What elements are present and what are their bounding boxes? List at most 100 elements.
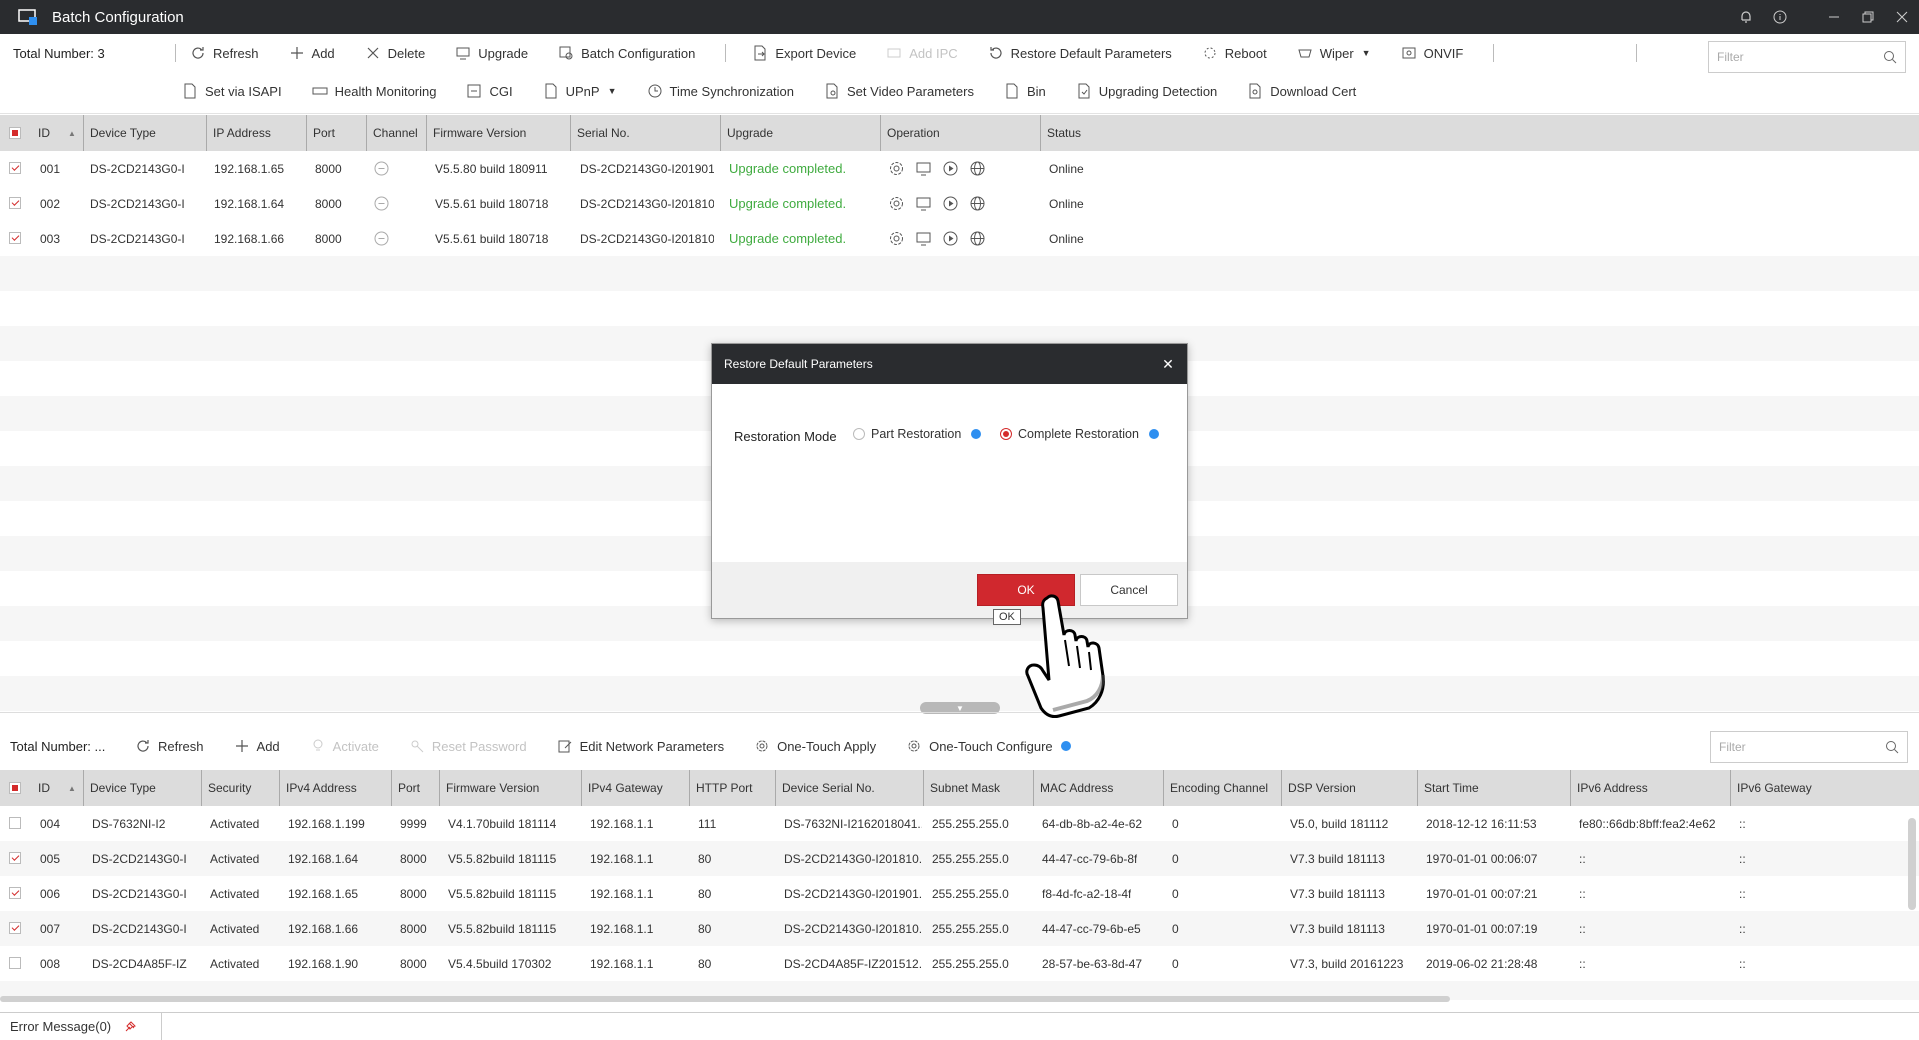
close-icon[interactable]	[1885, 0, 1919, 34]
health-monitoring-button[interactable]: Health Monitoring	[312, 83, 436, 99]
row-checkbox[interactable]	[9, 232, 21, 244]
col-channel[interactable]: Channel	[367, 115, 427, 151]
gear-icon[interactable]	[888, 195, 905, 212]
table-row[interactable]: 003 DS-2CD2143G0-I 192.168.1.66 8000 V5.5.61…	[0, 221, 1919, 256]
cgi-button[interactable]: CGI	[466, 83, 513, 99]
onvif-button[interactable]: ONVIF	[1401, 45, 1463, 61]
col-ipv4-gateway[interactable]: IPv4 Gateway	[582, 770, 690, 806]
select-all-checkbox[interactable]	[9, 127, 21, 139]
col-id[interactable]: ID ▲	[32, 115, 84, 151]
one-touch-configure-button[interactable]: One-Touch Configure	[906, 738, 1053, 754]
error-message-tab[interactable]: Error Message(0)	[0, 1013, 162, 1040]
col-security[interactable]: Security	[202, 770, 280, 806]
table-row[interactable]: 008 DS-2CD4A85F-IZ Activated 192.168.1.90 80…	[0, 946, 1919, 981]
col-port[interactable]: Port	[392, 770, 440, 806]
gear-icon[interactable]	[888, 160, 905, 177]
col-firmware-version[interactable]: Firmware Version	[427, 115, 571, 151]
search-icon[interactable]	[1885, 740, 1899, 754]
table-row[interactable]: 005 DS-2CD2143G0-I Activated 192.168.1.64 80…	[0, 841, 1919, 876]
delete-button[interactable]: Delete	[365, 45, 425, 61]
reboot-button[interactable]: Reboot	[1202, 45, 1267, 61]
table-row[interactable]: 004 DS-7632NI-I2 Activated 192.168.1.199 999…	[0, 806, 1919, 841]
col-ipv6-gateway[interactable]: IPv6 Gateway	[1731, 770, 1911, 806]
row-checkbox[interactable]	[9, 957, 21, 969]
wiper-button[interactable]: Wiper ▼	[1297, 45, 1371, 61]
col-http-port[interactable]: HTTP Port	[690, 770, 776, 806]
row-checkbox[interactable]	[9, 887, 21, 899]
row-checkbox[interactable]	[9, 817, 21, 829]
row-checkbox[interactable]	[9, 852, 21, 864]
vertical-scrollbar[interactable]	[1908, 818, 1916, 910]
horizontal-scrollbar[interactable]	[0, 996, 1450, 1002]
filter-input[interactable]: Filter	[1708, 41, 1906, 73]
bottom-refresh-button[interactable]: Refresh	[135, 738, 204, 754]
table-row[interactable]: 001 DS-2CD2143G0-I 192.168.1.65 8000 V5.5.80…	[0, 151, 1919, 186]
row-checkbox[interactable]	[9, 162, 21, 174]
remote-config-icon[interactable]	[915, 160, 932, 177]
web-globe-icon[interactable]	[969, 230, 986, 247]
dialog-close-icon[interactable]: ✕	[1159, 355, 1177, 373]
channel-minus-icon[interactable]	[374, 161, 389, 176]
web-globe-icon[interactable]	[969, 195, 986, 212]
batch-configuration-button[interactable]: Batch Configuration	[558, 45, 695, 61]
upgrading-detection-button[interactable]: Upgrading Detection	[1076, 83, 1217, 99]
col-device-type[interactable]: Device Type	[84, 115, 207, 151]
add-ipc-button[interactable]: Add IPC	[886, 45, 958, 61]
complete-restoration-option[interactable]: Complete Restoration	[1000, 427, 1159, 441]
col-firmware-version[interactable]: Firmware Version	[440, 770, 582, 806]
bottom-select-all-checkbox[interactable]	[9, 782, 21, 794]
restore-default-parameters-button[interactable]: Restore Default Parameters	[988, 45, 1172, 61]
channel-minus-icon[interactable]	[374, 196, 389, 211]
info-icon[interactable]	[1148, 429, 1159, 439]
time-synchronization-button[interactable]: Time Synchronization	[647, 83, 794, 99]
table-row[interactable]: 006 DS-2CD2143G0-I Activated 192.168.1.65 80…	[0, 876, 1919, 911]
col-serial-no[interactable]: Serial No.	[571, 115, 721, 151]
part-restoration-radio[interactable]	[853, 428, 865, 440]
channel-minus-icon[interactable]	[374, 231, 389, 246]
export-device-button[interactable]: Export Device	[752, 45, 856, 61]
upnp-button[interactable]: UPnP ▼	[543, 83, 617, 99]
bottom-filter-input[interactable]: Filter	[1710, 731, 1908, 763]
minimize-icon[interactable]	[1817, 0, 1851, 34]
activate-button[interactable]: Activate	[310, 738, 379, 754]
col-ip-address[interactable]: IP Address	[207, 115, 307, 151]
info-icon[interactable]	[971, 429, 982, 439]
search-icon[interactable]	[1883, 50, 1897, 64]
set-via-isapi-button[interactable]: Set via ISAPI	[182, 83, 282, 99]
col-upgrade[interactable]: Upgrade	[721, 115, 881, 151]
col-port[interactable]: Port	[307, 115, 367, 151]
row-checkbox[interactable]	[9, 922, 21, 934]
table-row[interactable]: 002 DS-2CD2143G0-I 192.168.1.64 8000 V5.5.61…	[0, 186, 1919, 221]
col-ipv6-address[interactable]: IPv6 Address	[1571, 770, 1731, 806]
col-encoding-channel[interactable]: Encoding Channel	[1164, 770, 1282, 806]
col-operation[interactable]: Operation	[881, 115, 1041, 151]
upgrade-button[interactable]: Upgrade	[455, 45, 528, 61]
info-icon[interactable]	[1763, 0, 1797, 34]
play-icon[interactable]	[942, 230, 959, 247]
remote-config-icon[interactable]	[915, 195, 932, 212]
col-dsp-version[interactable]: DSP Version	[1282, 770, 1418, 806]
part-restoration-option[interactable]: Part Restoration	[853, 427, 982, 441]
col-subnet-mask[interactable]: Subnet Mask	[924, 770, 1034, 806]
one-touch-apply-button[interactable]: One-Touch Apply	[754, 738, 876, 754]
set-video-parameters-button[interactable]: Set Video Parameters	[824, 83, 974, 99]
info-icon[interactable]	[1060, 741, 1071, 751]
refresh-button[interactable]: Refresh	[190, 45, 259, 61]
pin-icon[interactable]	[123, 1020, 137, 1034]
web-globe-icon[interactable]	[969, 160, 986, 177]
download-cert-button[interactable]: Download Cert	[1247, 83, 1356, 99]
col-device-serial-no[interactable]: Device Serial No.	[776, 770, 924, 806]
edit-network-parameters-button[interactable]: Edit Network Parameters	[557, 738, 724, 754]
row-checkbox[interactable]	[9, 197, 21, 209]
gear-icon[interactable]	[888, 230, 905, 247]
remote-config-icon[interactable]	[915, 230, 932, 247]
add-button[interactable]: Add	[289, 45, 335, 61]
reset-password-button[interactable]: Reset Password	[409, 738, 527, 754]
col-status[interactable]: Status	[1041, 115, 1911, 151]
pane-divider[interactable]	[0, 712, 1919, 713]
col-start-time[interactable]: Start Time	[1418, 770, 1571, 806]
complete-restoration-radio[interactable]	[1000, 428, 1012, 440]
bell-icon[interactable]	[1729, 0, 1763, 34]
col-mac-address[interactable]: MAC Address	[1034, 770, 1164, 806]
play-icon[interactable]	[942, 195, 959, 212]
